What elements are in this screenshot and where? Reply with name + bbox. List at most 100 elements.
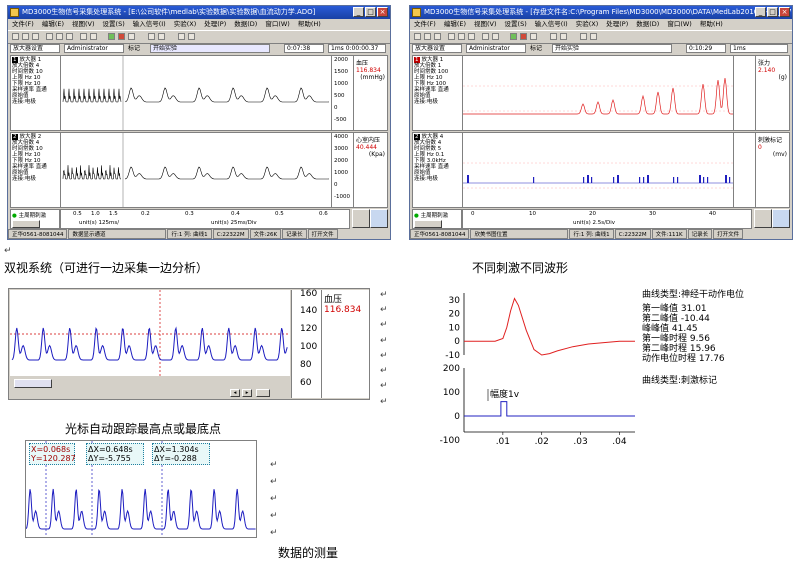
measure-box-1: X=0.068s Y=120.287: [29, 443, 76, 465]
play-icon[interactable]: [510, 33, 517, 40]
menu-window[interactable]: 窗口(W): [667, 19, 692, 30]
menu-data[interactable]: 数据(D): [234, 19, 257, 30]
channel-2: 2 放大器 2 放大倍数 4 时间常数 10 上限 Hz 10 下限 Hz 10 …: [10, 132, 388, 208]
stim-marker: [467, 175, 469, 183]
minimize-button[interactable]: _: [755, 7, 766, 17]
copy-icon[interactable]: [458, 33, 465, 40]
window-title-text: MD3000生物信号采集处理系统 - [存盘文件名:C:\Program Fil…: [424, 8, 792, 16]
record-icon[interactable]: [530, 33, 537, 40]
x-tick-label: 40: [709, 211, 716, 217]
menu-help[interactable]: 帮助(H): [298, 19, 321, 30]
help-icon[interactable]: [590, 33, 597, 40]
tick-label: 2000: [334, 57, 348, 63]
copy-icon[interactable]: [56, 33, 63, 40]
stim-marker: [533, 177, 535, 183]
record-icon[interactable]: [128, 33, 135, 40]
settings-icon[interactable]: [178, 33, 185, 40]
print-icon[interactable]: [434, 33, 441, 40]
scroll-left-button[interactable]: ◂: [230, 389, 240, 397]
stim-plot[interactable]: [463, 133, 733, 207]
zoom-in-icon[interactable]: [80, 33, 87, 40]
menu-file[interactable]: 文件(F): [414, 19, 436, 30]
amp-select[interactable]: 放大器设置: [412, 44, 462, 53]
scroll-right-button[interactable]: ▸: [242, 389, 252, 397]
menu-help[interactable]: 帮助(H): [700, 19, 723, 30]
stim-start-button[interactable]: [12, 220, 40, 228]
menu-experiment[interactable]: 实验(X): [174, 19, 197, 30]
save-icon[interactable]: [22, 33, 29, 40]
user-field[interactable]: Administrator: [466, 44, 526, 53]
menu-input[interactable]: 输入信号(I): [535, 19, 568, 30]
maximize-button[interactable]: □: [767, 7, 778, 17]
stim-info-title: 曲线类型:刺激标记: [642, 376, 718, 386]
measure-dy: ΔY=-0.288: [154, 454, 197, 463]
menu-file[interactable]: 文件(F): [12, 19, 34, 30]
open-icon[interactable]: [12, 33, 19, 40]
zoom-in-icon[interactable]: [482, 33, 489, 40]
x-tick-label: 20: [589, 211, 596, 217]
menu-edit[interactable]: 编辑(E): [444, 19, 466, 30]
info-line: 连接:电极: [12, 99, 36, 105]
help-icon[interactable]: [188, 33, 195, 40]
user-field[interactable]: Administrator: [64, 44, 124, 53]
measure-icon[interactable]: [158, 33, 165, 40]
zoom-out-icon[interactable]: [90, 33, 97, 40]
measure-icon[interactable]: [560, 33, 567, 40]
stim-start-button[interactable]: [414, 220, 442, 228]
cut-icon[interactable]: [448, 33, 455, 40]
print-icon[interactable]: [32, 33, 39, 40]
experiment-select[interactable]: 开始实验: [150, 44, 270, 53]
tension-plot[interactable]: [463, 56, 733, 130]
play-icon[interactable]: [108, 33, 115, 40]
menu-settings[interactable]: 设置(S): [103, 19, 125, 30]
menu-settings[interactable]: 设置(S): [505, 19, 527, 30]
status-open: 打开文件: [713, 229, 744, 239]
menu-data[interactable]: 数据(D): [636, 19, 659, 30]
settings-icon[interactable]: [580, 33, 587, 40]
stim-marker: [613, 177, 615, 183]
stop-icon[interactable]: [520, 33, 527, 40]
menu-process[interactable]: 处理(P): [204, 19, 226, 30]
marker-icon[interactable]: [550, 33, 557, 40]
menu-process[interactable]: 处理(P): [606, 19, 628, 30]
menu-edit[interactable]: 编辑(E): [42, 19, 64, 30]
minimize-button[interactable]: _: [353, 7, 364, 17]
paste-icon[interactable]: [468, 33, 475, 40]
amp-select[interactable]: 放大器设置: [10, 44, 60, 53]
status-phone: 正华0561-8081044: [410, 229, 470, 239]
channel-info: 1 放大器 1 放大倍数 1 时间常数 100 上限 Hz 10 下限 Hz 10…: [413, 56, 463, 130]
stim-annotation: 幅度1v: [490, 388, 520, 400]
report-button[interactable]: [772, 209, 790, 228]
caption-different-stim: 不同刺激不同波形: [472, 261, 569, 275]
exp-button[interactable]: [754, 209, 772, 228]
menu-experiment[interactable]: 实验(X): [576, 19, 599, 30]
waveform-plot[interactable]: [61, 133, 331, 207]
stim-marker: [639, 177, 641, 183]
exp-button[interactable]: [352, 209, 370, 228]
zoom-button[interactable]: [256, 389, 270, 397]
cut-icon[interactable]: [46, 33, 53, 40]
menu-window[interactable]: 窗口(W): [265, 19, 290, 30]
stim-y-tick-label: 0: [454, 412, 460, 422]
close-button[interactable]: ×: [377, 7, 388, 17]
stim-control: ● 主周期刺激: [412, 209, 462, 229]
experiment-select[interactable]: 开始实验: [552, 44, 672, 53]
paste-icon[interactable]: [66, 33, 73, 40]
stop-icon[interactable]: [118, 33, 125, 40]
status-record: 记录长: [687, 229, 713, 239]
waveform-plot[interactable]: [61, 56, 331, 130]
open-icon[interactable]: [414, 33, 421, 40]
marker-icon[interactable]: [148, 33, 155, 40]
maximize-button[interactable]: □: [365, 7, 376, 17]
close-button[interactable]: ×: [779, 7, 790, 17]
channel-name: 张力: [758, 60, 771, 67]
menu-view[interactable]: 视图(V): [72, 19, 95, 30]
nav-button[interactable]: [14, 379, 52, 388]
report-button[interactable]: [370, 209, 388, 228]
save-icon[interactable]: [424, 33, 431, 40]
menu-view[interactable]: 视图(V): [474, 19, 497, 30]
stim-marker: [591, 177, 593, 183]
menu-input[interactable]: 输入信号(I): [133, 19, 166, 30]
bp-plot[interactable]: [10, 290, 290, 376]
zoom-out-icon[interactable]: [492, 33, 499, 40]
